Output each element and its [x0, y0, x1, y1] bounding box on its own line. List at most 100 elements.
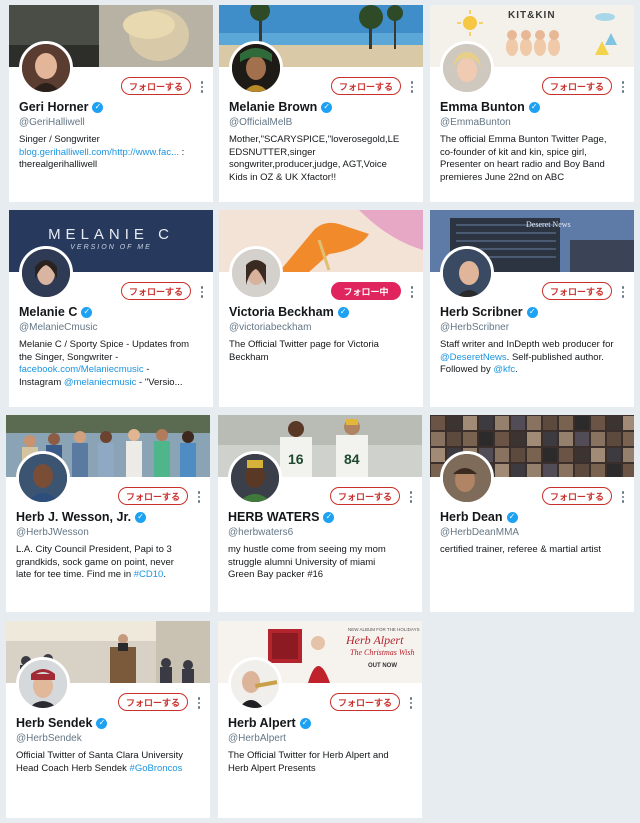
verified-badge-icon: ✓	[81, 306, 93, 318]
user-card-herb-alpert[interactable]: NEW ALBUM FOR THE HOLIDAYS Herb Alpert T…	[218, 621, 422, 818]
user-card-herb-dean[interactable]: フォローする Herb Dean ✓ @HerbDeanMMA certified…	[430, 415, 634, 612]
more-options-icon[interactable]	[620, 490, 626, 504]
more-options-icon[interactable]	[408, 490, 414, 504]
user-name[interactable]: HERB WATERS	[228, 510, 319, 524]
user-name[interactable]: Victoria Beckham	[229, 305, 334, 319]
more-options-icon[interactable]	[408, 696, 414, 710]
more-options-icon[interactable]	[620, 80, 626, 94]
bio-line: certified trainer, referee & martial art…	[440, 544, 628, 557]
user-handle[interactable]: @HerbSendek	[16, 733, 82, 744]
follow-button[interactable]: フォローする	[330, 487, 400, 505]
verified-badge-icon: ✓	[135, 511, 147, 523]
more-options-icon[interactable]	[409, 80, 415, 94]
bio-link[interactable]: @kfc	[493, 364, 515, 375]
follow-button[interactable]: フォローする	[542, 77, 612, 95]
avatar[interactable]	[228, 657, 282, 711]
collage-tile	[511, 464, 525, 477]
bio-link[interactable]: blog.gerihalliwell.com/http://www.fac...	[19, 147, 179, 158]
user-handle[interactable]: @herbwaters6	[228, 527, 293, 538]
bio-text: EDSNUTTER,singer	[229, 146, 316, 158]
collage-tile	[575, 464, 589, 477]
user-name[interactable]: Melanie C	[19, 305, 77, 319]
jersey-number: 16	[288, 451, 304, 467]
user-name[interactable]: Emma Bunton	[440, 100, 525, 114]
bio-line: Followed by @kfc.	[440, 364, 628, 377]
bio-line: the Singer, Songwriter -	[19, 352, 207, 365]
avatar[interactable]	[229, 246, 283, 300]
banner-brand-text: KIT&KIN	[508, 10, 556, 21]
bio-link[interactable]: facebook.com/Melaniecmusic	[19, 364, 144, 375]
more-options-icon[interactable]	[199, 285, 205, 299]
avatar[interactable]	[16, 451, 70, 505]
avatar[interactable]	[19, 246, 73, 300]
user-bio: Staff writer and InDepth web producer fo…	[440, 339, 628, 377]
bio-link[interactable]: #GoBroncos	[130, 763, 183, 774]
user-name[interactable]: Herb Alpert	[228, 716, 296, 730]
more-options-icon[interactable]	[199, 80, 205, 94]
avatar[interactable]	[229, 41, 283, 95]
following-button[interactable]: フォロー中	[331, 282, 401, 300]
user-name[interactable]: Herb Scribner	[440, 305, 523, 319]
user-card-emma-bunton[interactable]: KIT&KIN フォローする Emma Bunton ✓ @EmmaBunton …	[430, 5, 634, 202]
user-handle[interactable]: @HerbDeanMMA	[440, 527, 519, 538]
avatar[interactable]	[16, 657, 70, 711]
user-card-herb-j-wesson[interactable]: フォローする Herb J. Wesson, Jr. ✓ @HerbJWesson…	[6, 415, 210, 612]
avatar[interactable]	[228, 451, 282, 505]
user-handle[interactable]: @victoriabeckham	[229, 322, 311, 333]
follow-button[interactable]: フォローする	[542, 282, 612, 300]
user-name[interactable]: Melanie Brown	[229, 100, 317, 114]
follow-button[interactable]: フォローする	[118, 487, 188, 505]
avatar[interactable]	[440, 451, 494, 505]
more-options-icon[interactable]	[409, 285, 415, 299]
bio-line: blog.gerihalliwell.com/http://www.fac...…	[19, 147, 207, 160]
follow-button[interactable]: フォローする	[331, 77, 401, 95]
user-card-melanie-c[interactable]: MELANIE C VERSION OF ME フォローする Melanie C…	[9, 210, 213, 407]
user-handle[interactable]: @OfficialMelB	[229, 117, 292, 128]
user-name[interactable]: Herb Sendek	[16, 716, 92, 730]
follow-button[interactable]: フォローする	[118, 693, 188, 711]
more-options-icon[interactable]	[196, 696, 202, 710]
bio-link[interactable]: @DeseretNews	[440, 352, 507, 363]
follow-button[interactable]: フォローする	[121, 77, 191, 95]
more-options-icon[interactable]	[196, 490, 202, 504]
bio-line: Head Coach Herb Sendek #GoBroncos	[16, 763, 204, 776]
bio-text: therealgerihalliwell	[19, 159, 98, 170]
more-options-icon[interactable]	[620, 285, 626, 299]
verified-badge-icon: ✓	[321, 101, 333, 113]
avatar[interactable]	[19, 41, 73, 95]
user-handle[interactable]: @HerbAlpert	[228, 733, 286, 744]
bio-line: Staff writer and InDepth web producer fo…	[440, 339, 628, 352]
avatar[interactable]	[440, 41, 494, 95]
user-handle[interactable]: @MelanieCmusic	[19, 322, 98, 333]
user-handle[interactable]: @EmmaBunton	[440, 117, 511, 128]
bio-text: songwriter,producer,judge, AGT,Voice	[229, 159, 387, 170]
bio-line: songwriter,producer,judge, AGT,Voice	[229, 159, 417, 172]
bio-text: -	[143, 364, 150, 375]
bio-line: late for tee time. Find me in #CD10.	[16, 569, 204, 582]
bio-line: Instagram @melaniecmusic - "Versio...	[19, 377, 207, 390]
bio-link[interactable]: #CD10	[134, 569, 164, 580]
banner-small-text: NEW ALBUM FOR THE HOLIDAYS	[348, 627, 420, 632]
user-card-geri-horner[interactable]: フォローする Geri Horner ✓ @GeriHalliwell Singe…	[9, 5, 213, 202]
user-card-victoria-beckham[interactable]: フォロー中 Victoria Beckham ✓ @victoriabeckham…	[219, 210, 423, 407]
user-handle[interactable]: @HerbScribner	[440, 322, 509, 333]
verified-badge-icon: ✓	[506, 511, 518, 523]
follow-button[interactable]: フォローする	[330, 693, 400, 711]
user-card-herb-waters[interactable]: 16 84 フォローする HERB WATERS ✓ @herbwaters6 m…	[218, 415, 422, 612]
bio-link[interactable]: @melaniecmusic	[64, 377, 136, 388]
follow-button[interactable]: フォローする	[121, 282, 191, 300]
avatar[interactable]	[440, 246, 494, 300]
bio-line: EDSNUTTER,singer	[229, 147, 417, 160]
bio-text: premieres June 22nd on ABC	[440, 171, 565, 183]
user-name[interactable]: Herb J. Wesson, Jr.	[16, 510, 131, 524]
user-card-melanie-brown[interactable]: フォローする Melanie Brown ✓ @OfficialMelB Moth…	[219, 5, 423, 202]
user-name[interactable]: Geri Horner	[19, 100, 88, 114]
user-handle[interactable]: @GeriHalliwell	[19, 117, 85, 128]
user-name[interactable]: Herb Dean	[440, 510, 503, 524]
follow-button[interactable]: フォローする	[542, 487, 612, 505]
bio-text: Herb Alpert Presents	[228, 762, 316, 774]
user-card-herb-scribner[interactable]: Deseret News フォローする Herb Scribner ✓ @Herb…	[430, 210, 634, 407]
user-handle[interactable]: @HerbJWesson	[16, 527, 89, 538]
bio-text: Presenter on heart radio and Boy Band	[440, 159, 605, 170]
user-card-herb-sendek[interactable]: フォローする Herb Sendek ✓ @HerbSendek Official…	[6, 621, 210, 818]
